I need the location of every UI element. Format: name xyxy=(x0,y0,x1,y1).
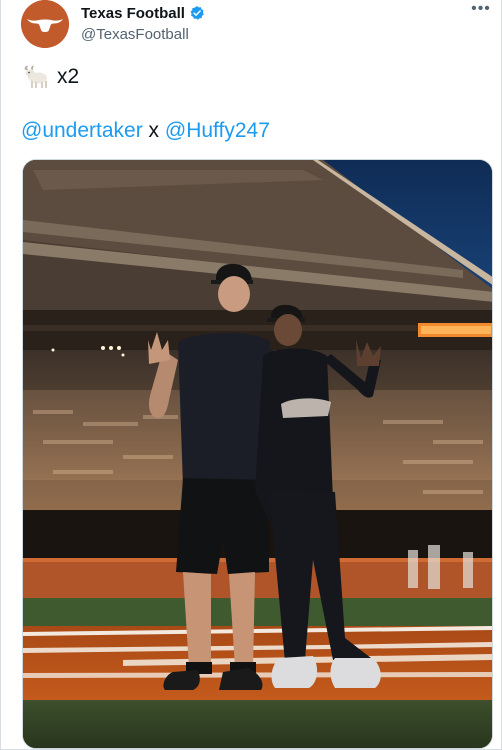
tweet-text-suffix: x2 xyxy=(57,65,80,88)
avatar[interactable] xyxy=(21,0,69,48)
mention-link-huffy247[interactable]: @Huffy247 xyxy=(165,119,270,142)
tweet-text-line-2: @undertaker x @Huffy247 xyxy=(21,119,270,143)
author-block: Texas Football @TexasFootball xyxy=(81,4,205,43)
verified-badge-icon xyxy=(190,6,204,20)
tweet-card: Texas Football @TexasFootball ••• x2 @un… xyxy=(0,0,502,750)
tweet-text-joiner: x xyxy=(142,119,165,142)
author-handle[interactable]: @TexasFootball xyxy=(81,26,205,43)
tweet-text-line-1: x2 xyxy=(21,62,79,92)
longhorn-icon xyxy=(21,0,69,48)
mention-link-undertaker[interactable]: @undertaker xyxy=(21,119,143,142)
display-name[interactable]: Texas Football xyxy=(81,5,185,22)
goat-icon xyxy=(24,65,47,88)
stadium-photo xyxy=(23,160,492,748)
tweet-header: Texas Football @TexasFootball ••• xyxy=(21,0,491,48)
tweet-photo[interactable] xyxy=(22,159,493,749)
more-dots-icon[interactable]: ••• xyxy=(471,1,491,20)
